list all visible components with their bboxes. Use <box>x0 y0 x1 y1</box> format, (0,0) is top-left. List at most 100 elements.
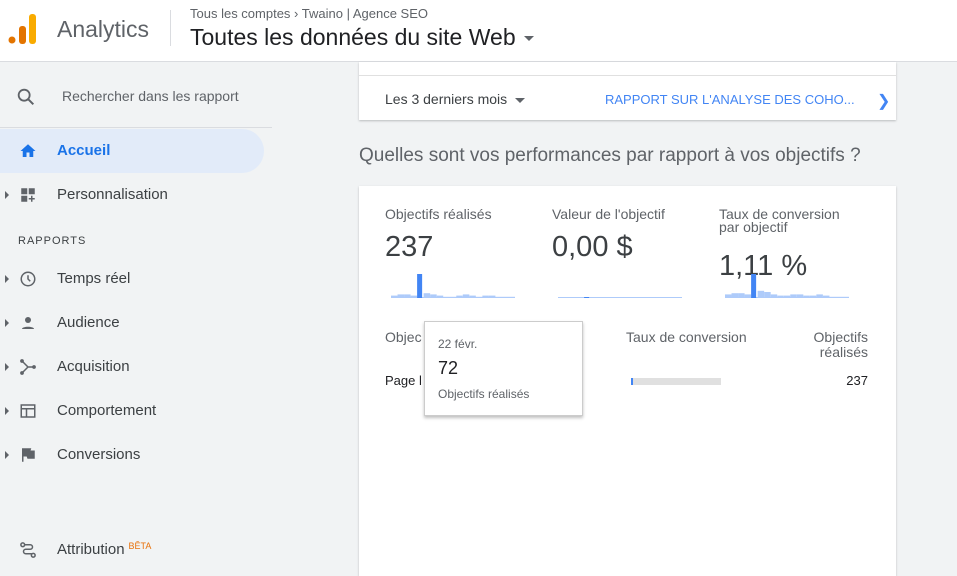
sparkline-bar[interactable] <box>501 296 509 298</box>
sidebar-item-conversions[interactable]: Conversions <box>0 433 264 477</box>
metric-goal-value[interactable]: Valeur de l'objectif 0,00 $ <box>552 207 692 264</box>
section-heading: RAPPORTS <box>18 235 87 247</box>
period-dropdown[interactable]: Les 3 derniers mois <box>385 91 526 107</box>
column-header-goal[interactable]: Objec <box>385 330 422 345</box>
sparkline-bar[interactable] <box>430 294 437 298</box>
sidebar-item-temps-reel[interactable]: Temps réel <box>0 257 264 301</box>
sparkline-bar[interactable] <box>829 296 836 298</box>
sidebar-item-accueil[interactable]: Accueil <box>0 129 264 173</box>
chevron-right-icon[interactable]: ❯ <box>877 91 890 111</box>
sparkline-bar[interactable] <box>564 297 572 298</box>
acquisition-icon <box>20 359 36 375</box>
sparkline-bar[interactable] <box>462 294 470 298</box>
analytics-logo-icon <box>8 14 36 44</box>
sidebar-item-comportement[interactable]: Comportement <box>0 389 264 433</box>
sparkline-bar[interactable] <box>757 290 765 298</box>
sparkline-bar[interactable] <box>469 295 476 298</box>
sparkline[interactable] <box>391 268 515 298</box>
sidebar-item-audience[interactable]: Audience <box>0 301 264 345</box>
sparkline-bar[interactable] <box>571 297 578 298</box>
sparkline-bar[interactable] <box>558 297 565 298</box>
column-header-conversion-rate[interactable]: Taux de conversion <box>626 330 747 345</box>
sparkline-bar[interactable] <box>397 294 405 298</box>
sidebar-item-label: Temps réel <box>57 270 131 287</box>
sparkline-bar[interactable] <box>842 296 849 298</box>
expand-arrow-icon[interactable] <box>5 191 9 199</box>
sparkline-bar[interactable] <box>417 274 423 298</box>
sparkline-bar[interactable] <box>649 297 656 298</box>
sparkline-bar[interactable] <box>731 293 739 298</box>
breadcrumb[interactable]: Tous les comptes › Twaino | Agence SEO <box>190 6 428 21</box>
expand-arrow-icon[interactable] <box>5 407 9 415</box>
expand-arrow-icon[interactable] <box>5 319 9 327</box>
sparkline-bar[interactable] <box>816 294 823 298</box>
sparkline-bar[interactable] <box>410 295 418 298</box>
sparkline-bar[interactable] <box>777 295 784 298</box>
sparkline-bar[interactable] <box>809 295 817 298</box>
sparkline-bar[interactable] <box>584 297 590 298</box>
sparkline-bar[interactable] <box>835 296 843 298</box>
sparkline-bar[interactable] <box>790 294 797 298</box>
sparkline-bar[interactable] <box>725 294 732 298</box>
sparkline-bar[interactable] <box>577 297 585 298</box>
sparkline-bar[interactable] <box>616 297 624 298</box>
sparkline-bar[interactable] <box>436 295 444 298</box>
sparkline-bar[interactable] <box>738 293 745 298</box>
sparkline-bar[interactable] <box>508 296 515 298</box>
sparkline-bar[interactable] <box>796 294 804 298</box>
sparkline-bar[interactable] <box>495 296 502 298</box>
sidebar-item-acquisition[interactable]: Acquisition <box>0 345 264 389</box>
sparkline-bar[interactable] <box>449 296 457 298</box>
sparkline-bar[interactable] <box>475 296 483 298</box>
breadcrumb-item[interactable]: Tous les comptes <box>190 6 290 21</box>
sparkline[interactable] <box>725 268 849 298</box>
sparkline-bar[interactable] <box>443 296 450 298</box>
expand-arrow-icon[interactable] <box>5 275 9 283</box>
sparkline-bar[interactable] <box>744 294 752 298</box>
search-input[interactable]: Rechercher dans les rapport <box>62 88 239 104</box>
section-title: Quelles sont vos performances par rappor… <box>359 145 861 166</box>
sparkline-bar[interactable] <box>423 293 431 298</box>
sparkline-bar[interactable] <box>629 297 637 298</box>
sparkline-bar[interactable] <box>803 295 810 298</box>
metric-label: Objectifs réalisés <box>385 206 492 222</box>
sparkline-bar[interactable] <box>751 274 757 298</box>
sidebar-item-personnalisation[interactable]: Personnalisation <box>0 173 264 217</box>
sparkline-bar[interactable] <box>662 297 669 298</box>
sparkline-bar[interactable] <box>764 292 771 298</box>
metric-goal-completions[interactable]: Objectifs réalisés 237 <box>385 206 525 264</box>
report-search[interactable]: Rechercher dans les rapport <box>0 63 272 128</box>
sparkline-bar[interactable] <box>623 297 630 298</box>
sparkline-bar[interactable] <box>822 295 830 298</box>
sparkline-bar[interactable] <box>590 297 598 298</box>
sparkline-bar[interactable] <box>610 297 617 298</box>
caret-down-icon <box>515 97 526 103</box>
sparkline-bar[interactable] <box>482 295 489 298</box>
sparkline-bar[interactable] <box>597 297 604 298</box>
sidebar-item-attribution[interactable]: Attribution BÊTA <box>0 528 264 572</box>
breadcrumb-item[interactable]: Twaino | Agence SEO <box>302 6 428 21</box>
sparkline-bar[interactable] <box>404 294 411 298</box>
sparkline-bar[interactable] <box>642 297 650 298</box>
view-selector[interactable]: Toutes les données du site Web <box>190 24 534 51</box>
sparkline-bar[interactable] <box>603 297 611 298</box>
sparkline-bar[interactable] <box>770 294 778 298</box>
sparkline-bar[interactable] <box>655 297 663 298</box>
sparkline-bar[interactable] <box>488 295 496 298</box>
sparkline-bar[interactable] <box>668 297 676 298</box>
sidebar-item-label: Comportement <box>57 402 157 419</box>
goal-name[interactable]: Page l <box>385 373 422 388</box>
expand-arrow-icon[interactable] <box>5 451 9 459</box>
behavior-icon <box>20 404 36 418</box>
sparkline[interactable] <box>558 268 682 298</box>
sparkline-bar[interactable] <box>391 295 398 298</box>
cohort-report-link[interactable]: RAPPORT SUR L'ANALYSE DES COHO... <box>605 92 855 107</box>
column-header-completions[interactable]: Objectifs réalisés <box>795 330 868 360</box>
expand-arrow-icon[interactable] <box>5 363 9 371</box>
tooltip-metric: Objectifs réalisés <box>438 387 530 401</box>
sparkline-bar[interactable] <box>783 295 791 298</box>
sparkline-bar[interactable] <box>456 295 463 298</box>
attribution-icon <box>20 542 36 558</box>
sparkline-bar[interactable] <box>636 297 643 298</box>
sparkline-bar[interactable] <box>675 297 682 298</box>
